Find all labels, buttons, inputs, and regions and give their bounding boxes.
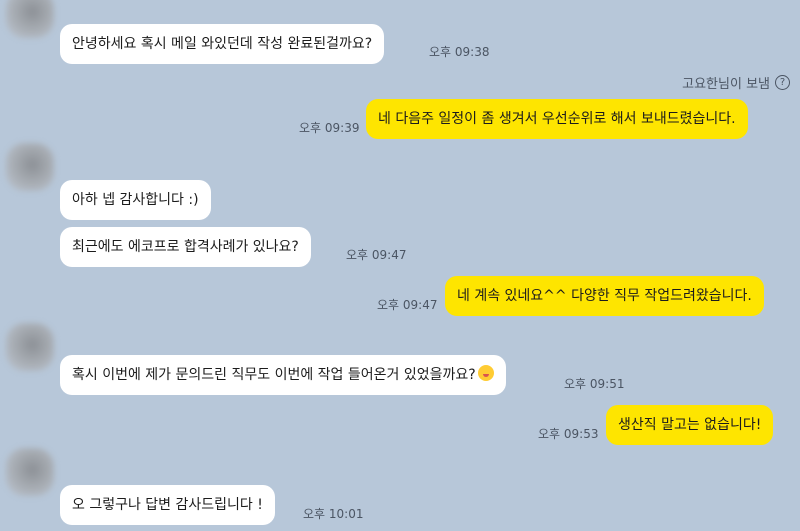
message-bubble-incoming[interactable]: 아하 넵 감사합니다 :) bbox=[60, 180, 211, 220]
message-time: 오후 09:53 bbox=[538, 427, 599, 441]
message-text: 안녕하세요 혹시 메일 와있던데 작성 완료된걸까요? bbox=[72, 36, 373, 52]
avatar[interactable] bbox=[6, 0, 54, 38]
message-bubble-incoming[interactable]: 안녕하세요 혹시 메일 와있던데 작성 완료된걸까요? bbox=[60, 24, 385, 64]
message-time: 오후 09:39 bbox=[299, 121, 360, 135]
avatar[interactable] bbox=[6, 323, 54, 371]
message-time: 오후 09:47 bbox=[346, 248, 407, 262]
message-text: 아하 넵 감사합니다 :) bbox=[72, 192, 199, 208]
message-time: 오후 10:01 bbox=[303, 507, 364, 521]
help-icon[interactable]: ? bbox=[775, 75, 790, 90]
read-status-label: 고요한님이 보냄 bbox=[682, 77, 770, 92]
message-time: 오후 09:51 bbox=[564, 377, 625, 391]
message-time: 오후 09:47 bbox=[377, 298, 438, 312]
read-status: 고요한님이 보냄 ? bbox=[682, 73, 790, 92]
message-text: 최근에도 에코프로 합격사례가 있나요? bbox=[72, 239, 299, 255]
message-bubble-outgoing[interactable]: 생산직 말고는 없습니다! bbox=[606, 405, 774, 445]
avatar[interactable] bbox=[6, 143, 54, 191]
message-bubble-outgoing[interactable]: 네 계속 있네요^^ 다양한 직무 작업드려왔습니다. bbox=[445, 276, 764, 316]
avatar[interactable] bbox=[6, 448, 54, 496]
message-bubble-incoming[interactable]: 혹시 이번에 제가 문의드린 직무도 이번에 작업 들어온거 있었을까요? bbox=[60, 355, 506, 395]
message-text: 네 계속 있네요^^ 다양한 직무 작업드려왔습니다. bbox=[457, 288, 752, 304]
message-text: 혹시 이번에 제가 문의드린 직무도 이번에 작업 들어온거 있었을까요? bbox=[72, 367, 476, 383]
message-bubble-incoming[interactable]: 오 그렇구나 답변 감사드립니다 ! bbox=[60, 485, 275, 525]
message-text: 네 다음주 일정이 좀 생겨서 우선순위로 해서 보내드렸습니다. bbox=[378, 111, 736, 127]
message-text: 오 그렇구나 답변 감사드립니다 ! bbox=[72, 497, 263, 513]
message-text: 생산직 말고는 없습니다! bbox=[618, 417, 762, 433]
message-time: 오후 09:38 bbox=[429, 45, 490, 59]
message-bubble-incoming[interactable]: 최근에도 에코프로 합격사례가 있나요? bbox=[60, 227, 311, 267]
smiling-face-icon bbox=[477, 365, 494, 381]
message-bubble-outgoing[interactable]: 네 다음주 일정이 좀 생겨서 우선순위로 해서 보내드렸습니다. bbox=[366, 99, 748, 139]
